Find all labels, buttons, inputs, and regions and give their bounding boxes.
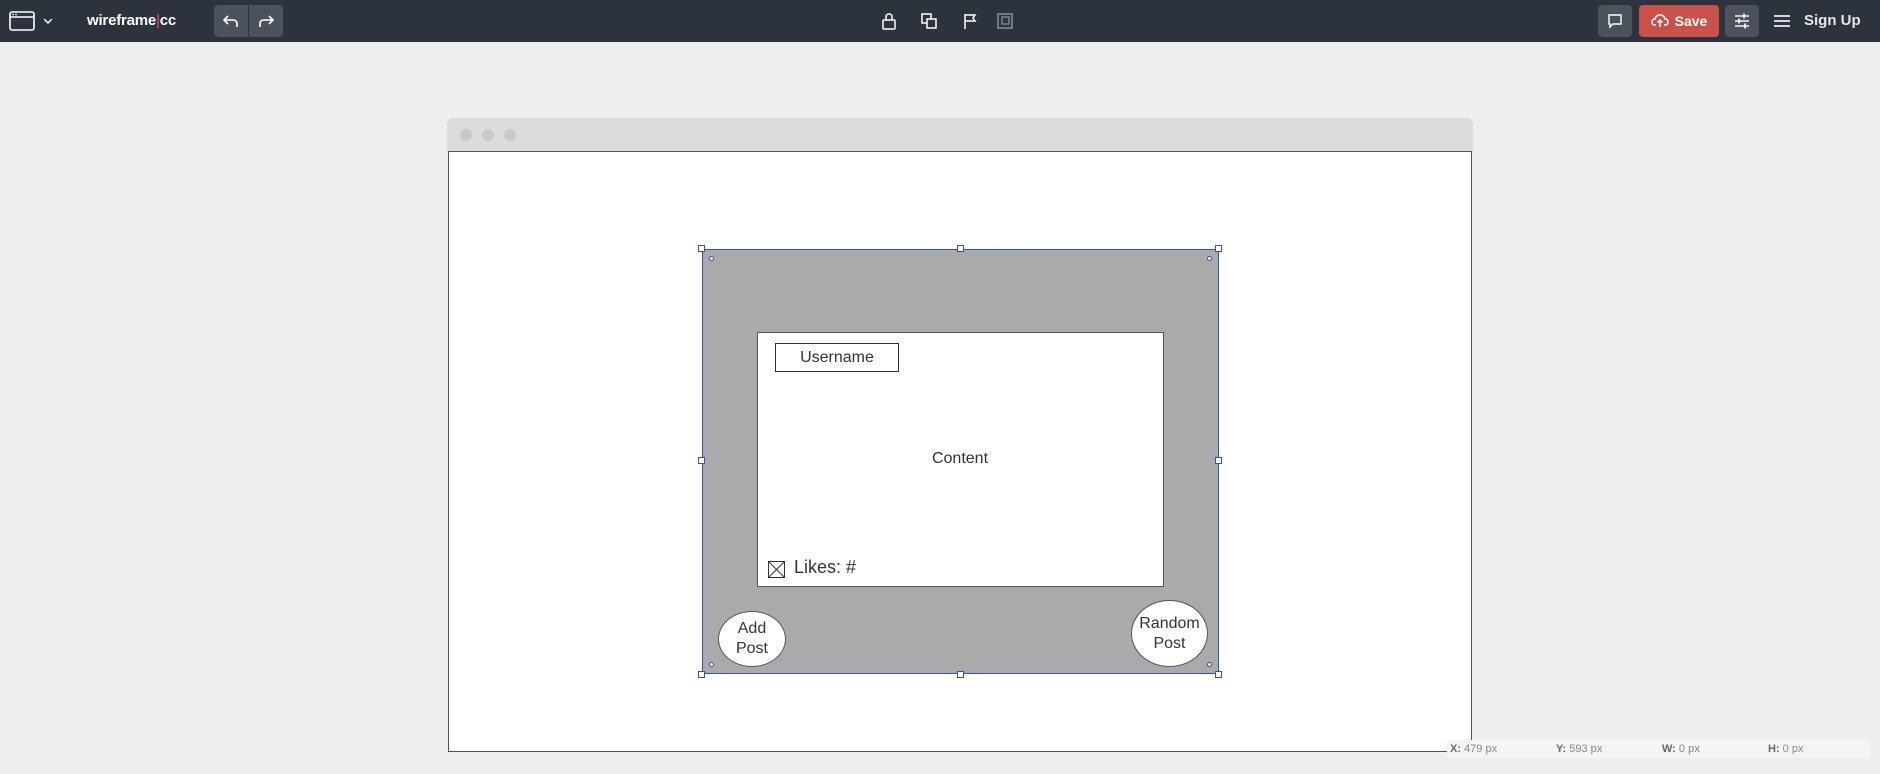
add-post-button[interactable]: Add Post <box>718 611 786 667</box>
resize-handle-left[interactable] <box>698 457 705 464</box>
window-dot-icon <box>482 129 494 141</box>
top-toolbar: wireframe | cc Save Sign Up <box>0 0 1880 42</box>
duplicate-button[interactable] <box>919 11 939 31</box>
resize-handle-top-right[interactable] <box>1215 245 1222 252</box>
w-value: 0 px <box>1678 743 1700 755</box>
coordinates-status-bar: X: 479 px Y: 593 px W: 0 px H: 0 px <box>1447 740 1870 758</box>
window-dot-icon <box>460 129 472 141</box>
h-readout: H: 0 px <box>1768 743 1803 755</box>
y-readout: Y: 593 px <box>1556 743 1602 755</box>
y-value: 593 px <box>1569 743 1603 755</box>
comment-icon <box>1608 14 1622 29</box>
undo-icon <box>222 15 238 27</box>
history-controls <box>214 5 283 37</box>
add-post-label-line2: Post <box>735 640 768 657</box>
sliders-icon <box>1735 13 1749 29</box>
add-post-label: Add Post <box>736 619 768 659</box>
browser-frame-chrome <box>447 118 1473 152</box>
radius-handle[interactable] <box>1207 662 1212 667</box>
w-readout: W: 0 px <box>1662 743 1700 755</box>
logo-suffix: cc <box>159 12 177 29</box>
resize-handle-bottom[interactable] <box>957 671 964 678</box>
random-post-label: Random Post <box>1139 614 1199 654</box>
save-label: Save <box>1674 13 1708 29</box>
random-post-label-line1: Random <box>1139 614 1200 632</box>
lock-icon <box>882 13 896 30</box>
resize-handle-bottom-left[interactable] <box>698 671 705 678</box>
window-dot-icon <box>504 129 516 141</box>
random-post-label-line2: Post <box>1153 634 1186 652</box>
layer-button[interactable] <box>995 11 1015 31</box>
settings-button[interactable] <box>1725 5 1759 37</box>
radius-handle[interactable] <box>1207 256 1212 261</box>
cloud-upload-icon <box>1650 14 1669 27</box>
save-button[interactable]: Save <box>1639 5 1719 37</box>
lock-button[interactable] <box>879 11 899 31</box>
y-label: Y: <box>1556 743 1567 755</box>
content-label: Content <box>931 450 989 467</box>
x-value: 479 px <box>1464 743 1498 755</box>
layer-icon <box>997 13 1013 29</box>
x-label: X: <box>1450 743 1461 755</box>
browser-window-icon <box>9 11 35 31</box>
redo-icon <box>259 15 275 27</box>
app-logo: wireframe | cc <box>87 12 176 29</box>
image-placeholder-icon <box>768 561 785 578</box>
h-label: H: <box>1768 743 1780 755</box>
radius-handle[interactable] <box>709 256 714 261</box>
frame-menu-button[interactable] <box>8 9 56 33</box>
likes-label: Likes: # <box>794 557 857 577</box>
resize-handle-top-left[interactable] <box>698 245 705 252</box>
logo-text: wireframe <box>87 12 157 29</box>
redo-button[interactable] <box>249 5 283 37</box>
flag-button[interactable] <box>960 11 980 31</box>
resize-handle-top[interactable] <box>957 245 964 252</box>
hamburger-icon <box>1774 15 1790 27</box>
chevron-down-icon <box>43 18 53 25</box>
username-field[interactable]: Username <box>775 343 899 372</box>
resize-handle-bottom-right[interactable] <box>1215 671 1222 678</box>
undo-button[interactable] <box>214 5 248 37</box>
resize-handle-right[interactable] <box>1215 457 1222 464</box>
sign-up-link[interactable]: Sign Up <box>1804 12 1861 29</box>
menu-button[interactable] <box>1771 11 1793 31</box>
w-label: W: <box>1662 743 1676 755</box>
duplicate-icon <box>921 13 937 29</box>
h-value: 0 px <box>1782 743 1804 755</box>
x-readout: X: 479 px <box>1450 743 1497 755</box>
add-post-label-line1: Add <box>737 620 767 637</box>
radius-handle[interactable] <box>709 662 714 667</box>
comment-button[interactable] <box>1598 5 1632 37</box>
random-post-button[interactable]: Random Post <box>1131 600 1208 667</box>
flag-icon <box>964 14 977 29</box>
